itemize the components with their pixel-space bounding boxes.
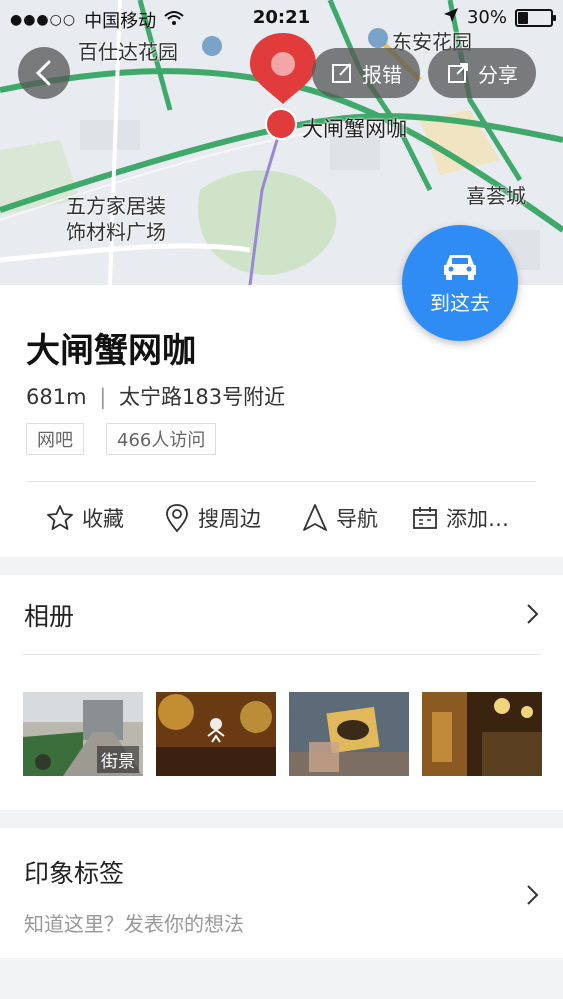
favorite-label: 收藏 [82, 507, 124, 531]
star-icon [47, 505, 73, 530]
chevron-right-icon [527, 604, 539, 624]
chevron-right-icon [527, 885, 539, 905]
place-detail-screen: ●●●○○ 中国移动 20:21 30% 百仕达花园 东安花园 五方家居装 饰材… [0, 0, 563, 999]
place-address: 太宁路183号附近 [119, 385, 286, 409]
battery-icon [515, 8, 556, 27]
status-bar: ●●●○○ 中国移动 20:21 30% [0, 0, 563, 36]
place-name: 大闸蟹网咖 [26, 331, 196, 371]
search-nearby-label: 搜周边 [198, 507, 261, 531]
map-label-wufang-line2: 饰材料广场 [66, 220, 166, 244]
visits-tag: 466人访问 [106, 423, 217, 455]
impression-tags-title: 印象标签 [24, 859, 125, 888]
bar-photo-image [422, 692, 542, 776]
action-bar: 收藏 搜周边 导航 添加… [0, 495, 563, 545]
photo-thumbnail[interactable] [289, 692, 409, 776]
favorite-action[interactable]: 收藏 [46, 503, 124, 533]
photo-thumbnail[interactable]: 街景 [23, 692, 143, 776]
category-tag: 网吧 [26, 423, 84, 455]
back-button[interactable] [18, 47, 70, 99]
location-arrow-icon [443, 7, 459, 28]
impression-tags-section[interactable]: 印象标签 知道这里？发表你的想法 [0, 828, 563, 958]
battery-percent: 30% [466, 7, 507, 28]
card-photo-image [289, 692, 409, 776]
go-here-label: 到这去 [430, 290, 490, 315]
share-button[interactable]: 分享 [428, 48, 536, 98]
report-error-button[interactable]: 报错 [312, 48, 420, 98]
share-icon [448, 63, 468, 83]
photo-thumbnail[interactable] [156, 692, 276, 776]
album-section[interactable]: 相册 街景 [0, 575, 563, 810]
share-label: 分享 [478, 62, 518, 87]
interior-photo-image [156, 692, 276, 776]
place-distance: 681m [26, 385, 87, 409]
location-search-icon [166, 504, 188, 533]
car-icon [444, 254, 476, 280]
photo-thumbnail[interactable] [422, 692, 542, 776]
impression-tags-hint: 知道这里？发表你的想法 [24, 912, 244, 936]
chevron-left-icon [35, 60, 51, 86]
add-to-label: 添加… [446, 507, 509, 531]
meta-separator: | [99, 385, 107, 409]
go-here-button[interactable]: 到这去 [402, 225, 518, 341]
map-pin-label: 大闸蟹网咖 [302, 117, 407, 141]
map-label-xihui: 喜荟城 [466, 184, 526, 208]
navigation-arrow-icon [303, 504, 327, 531]
photo-caption: 街景 [97, 746, 139, 773]
map-label-wufang-line1: 五方家居装 [66, 194, 166, 218]
edit-icon [332, 63, 351, 83]
divider [26, 481, 536, 482]
navigate-label: 导航 [336, 507, 378, 531]
report-error-label: 报错 [362, 62, 402, 87]
album-title: 相册 [24, 602, 75, 631]
map-label-baishida: 百仕达花园 [78, 40, 178, 64]
calendar-icon [413, 507, 437, 529]
divider [22, 654, 541, 655]
add-to-action[interactable]: 添加… [412, 503, 509, 533]
photo-strip: 街景 [23, 692, 542, 776]
place-meta: 681m | 太宁路183号附近 [26, 381, 285, 411]
search-nearby-action[interactable]: 搜周边 [164, 503, 261, 533]
navigate-action[interactable]: 导航 [302, 503, 378, 533]
